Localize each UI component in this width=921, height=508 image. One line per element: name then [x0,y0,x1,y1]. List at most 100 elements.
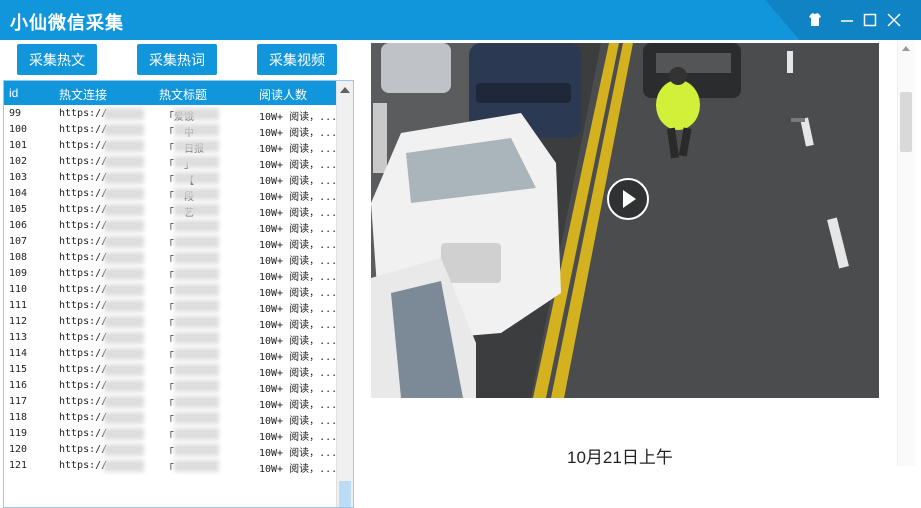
row-link[interactable]: https:// [59,332,107,343]
table-row[interactable]: 104https://「10W+ 阅读，...段 [4,186,337,203]
row-title: 「 [164,416,174,427]
row-title: 「 [164,448,174,459]
table-row[interactable]: 119 https:// 「 10W+ 阅读，... [4,426,337,443]
table-row[interactable]: 115 https:// 「 10W+ 阅读，... [4,362,337,379]
row-reads: 10W+ 阅读，... [259,224,338,235]
row-id: 113 [9,332,28,343]
app-title: 小仙微信采集 [10,13,124,33]
row-title: 「 [164,272,174,283]
table-row[interactable]: 102https://「10W+ 阅读，...」 [4,154,337,171]
content-scroll-thumb[interactable] [900,92,912,152]
row-link[interactable]: https:// [59,380,107,391]
scroll-up-arrow-icon[interactable] [340,87,350,93]
table-row[interactable]: 108 https:// 「 10W+ 阅读，... [4,250,337,267]
row-link[interactable]: https:// [59,364,107,375]
column-header-id[interactable]: id [9,86,18,100]
table-row[interactable]: 100https://「10W+ 阅读，...中 [4,122,337,139]
table-row[interactable]: 117 https:// 「 10W+ 阅读，... [4,394,337,411]
row-link[interactable]: https:// [59,428,107,439]
row-id: 116 [9,380,28,391]
table-row[interactable]: 112 https:// 「 10W+ 阅读，... [4,314,337,331]
close-icon[interactable] [885,11,903,29]
redacted-link-mask [104,396,144,408]
maximize-icon[interactable] [861,11,879,29]
row-link[interactable]: https:// [59,268,107,279]
table-row[interactable]: 109 https:// 「 10W+ 阅读，... [4,266,337,283]
redacted-title-mask [174,284,219,296]
table-row[interactable]: 101https://「10W+ 阅读，...日报 [4,138,337,155]
row-title: 「 [164,336,174,347]
row-title: 「 [164,368,174,379]
row-id: 118 [9,412,28,423]
table-row[interactable]: 121 https://「10W+ 阅读，... [4,458,337,475]
row-title: 「 [164,192,174,203]
minimize-icon[interactable] [838,11,856,29]
column-header-reads[interactable]: 阅读人数 [259,86,307,103]
skin-icon[interactable] [806,11,824,29]
table-row[interactable]: 103https://「10W+ 阅读，...【 [4,170,337,187]
video-player[interactable] [371,43,879,398]
table-row[interactable]: 118 https:// 「 10W+ 阅读，... [4,410,337,427]
row-link[interactable]: https:// [59,172,107,183]
row-reads: 10W+ 阅读，... [259,448,338,459]
table-row[interactable]: 111 https:// 「 10W+ 阅读，... [4,298,337,315]
row-link[interactable]: https:// [59,108,107,119]
row-link[interactable]: https:// [59,252,107,263]
row-link[interactable]: https:// [59,188,107,199]
collect-words-button[interactable]: 采集热词 [137,44,217,75]
row-id: 117 [9,396,28,407]
row-link[interactable]: https:// [59,444,107,455]
table-row[interactable]: 107 https:// 「 10W+ 阅读，... [4,234,337,251]
row-link[interactable]: https:// [59,124,107,135]
table-row[interactable]: 120 https:// 「 10W+ 阅读，... [4,442,338,459]
row-link[interactable]: https:// [59,156,107,167]
row-link[interactable]: https:// [59,316,107,327]
articles-table[interactable]: id 热文连接 热文标题 阅读人数 99https://「爱10W+ 阅读，..… [3,80,354,508]
redacted-title-mask [174,252,219,264]
scroll-thumb[interactable] [339,481,351,507]
table-row[interactable]: 106 https:// 「 10W+ 阅读，... [4,218,338,235]
row-link[interactable]: https:// [59,236,107,247]
collect-videos-button[interactable]: 采集视频 [257,44,337,75]
redacted-title-mask [174,332,219,344]
row-title: 「 [164,400,174,411]
row-reads: 10W+ 阅读，... [259,352,338,363]
row-link[interactable]: https:// [59,412,107,423]
redacted-link-mask [104,156,144,168]
row-link[interactable]: https:// [59,348,107,359]
redacted-link-mask [104,204,144,216]
row-reads: 10W+ 阅读，... [259,208,338,219]
table-row[interactable]: 99https://「爱10W+ 阅读，...饿 [4,106,337,123]
play-icon[interactable] [607,178,649,220]
row-link[interactable]: https:// [59,396,107,407]
content-scrollbar[interactable] [897,40,915,466]
redacted-title-mask [174,188,219,200]
redacted-link-mask [104,284,144,296]
row-link[interactable]: https:// [59,284,107,295]
row-link[interactable]: https:// [59,220,107,231]
redacted-title-mask [174,364,219,376]
row-reads: 10W+ 阅读，... [259,288,338,299]
column-header-title[interactable]: 热文标题 [159,86,207,103]
table-row[interactable]: 105https://「10W+ 阅读，...艺 [4,202,338,219]
table-row[interactable]: 110 https:// 「 10W+ 阅读，... [4,282,338,299]
collect-articles-button[interactable]: 采集热文 [17,44,97,75]
column-header-link[interactable]: 热文连接 [59,86,107,103]
redacted-title-mask [174,108,219,120]
redacted-link-mask [104,252,144,264]
redacted-link-mask [104,332,144,344]
table-row[interactable]: 114 https:// 「 10W+ 阅读，... [4,346,338,363]
title-bar: 小仙微信采集 [0,0,921,40]
row-link[interactable]: https:// [59,204,107,215]
table-row[interactable]: 116 https:// 「 10W+ 阅读，... [4,378,337,395]
video-frame-image [371,43,879,398]
redacted-title-mask [174,396,219,408]
row-title: 「 [164,304,174,315]
content-scroll-up-icon[interactable] [902,46,910,51]
table-header: id 热文连接 热文标题 阅读人数 [4,81,337,105]
row-link[interactable]: https:// [59,300,107,311]
redacted-link-mask [104,236,144,248]
table-row[interactable]: 113 https:// 「 10W+ 阅读，... [4,330,337,347]
row-link[interactable]: https:// [59,140,107,151]
table-scrollbar[interactable] [336,81,353,507]
